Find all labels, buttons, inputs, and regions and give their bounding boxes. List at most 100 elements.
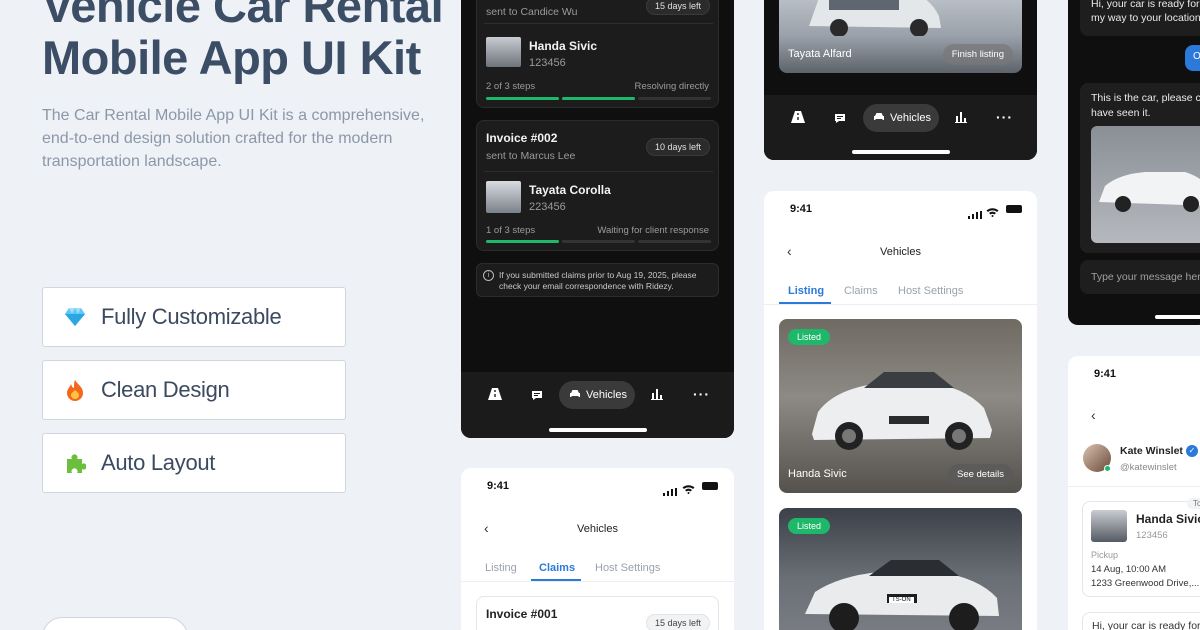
car-id: 123456 xyxy=(1136,530,1168,541)
message-bubble: Hi, your car is ready for xyxy=(1082,612,1200,630)
claim-status: Waiting for client response xyxy=(597,225,709,236)
listed-badge: Listed xyxy=(788,329,831,345)
invoice-title: Invoice #002 xyxy=(486,131,558,145)
battery-icon xyxy=(702,482,718,490)
license-plate: TS-ON xyxy=(889,597,914,603)
signal-icon xyxy=(968,206,982,224)
chart-icon[interactable] xyxy=(651,387,663,405)
message-bubble-outgoing: O xyxy=(1185,45,1200,71)
car-name: Tayata Alfard xyxy=(788,48,852,60)
message-bubble-incoming: Hi, your car is ready for my way to your… xyxy=(1080,0,1200,36)
pickup-date: 14 Aug, 10:00 AM xyxy=(1091,564,1167,575)
road-icon[interactable] xyxy=(488,387,502,405)
nav-label: Vehicles xyxy=(586,389,627,401)
car-name: Handa Sivic xyxy=(1136,512,1200,526)
vehicle-card[interactable]: Listed TS-ON xyxy=(779,508,1022,630)
vehicle-card[interactable]: Listed Handa Sivic See details xyxy=(779,319,1022,493)
phone-vehicles-listing: 9:41 ‹ Vehicles Listing Claims Host Sett… xyxy=(764,191,1037,630)
tab-listing[interactable]: Listing xyxy=(788,285,824,297)
car-photo xyxy=(1091,126,1200,243)
info-icon: i xyxy=(483,270,494,281)
status-time: 9:41 xyxy=(790,203,813,215)
tab-claims[interactable]: Claims xyxy=(539,562,575,574)
message-line: my way to your location xyxy=(1091,12,1200,24)
claims-notice: i If you submitted claims prior to Aug 1… xyxy=(476,263,719,297)
message-line: Hi, your car is ready for xyxy=(1091,0,1200,10)
invoice-card[interactable]: Invoice #001 15 days left xyxy=(476,596,719,630)
pickup-label: Pickup xyxy=(1091,550,1119,560)
nav-label: Vehicles xyxy=(890,112,931,124)
booking-tag: To xyxy=(1187,498,1200,509)
more-icon[interactable]: ··· xyxy=(996,109,1013,125)
message-line: This is the car, please c xyxy=(1091,92,1200,104)
car-id: 223456 xyxy=(529,201,566,213)
days-left-badge: 15 days left xyxy=(645,614,710,630)
online-indicator xyxy=(1104,465,1111,472)
feature-label: Clean Design xyxy=(101,377,230,402)
verified-icon: ✓ xyxy=(1186,445,1198,457)
road-icon[interactable] xyxy=(791,110,805,128)
phone-chat-dark: Hi, your car is ready for my way to your… xyxy=(1068,0,1200,325)
puzzle-icon xyxy=(63,451,87,475)
phone-chat-light: 9:41 ‹ Kate Winslet ✓ @katewinslet To Ha… xyxy=(1068,356,1200,630)
invoice-recipient: sent to Candice Wu xyxy=(486,6,578,18)
fire-icon xyxy=(63,378,87,402)
car-thumbnail xyxy=(1091,510,1127,542)
hero-title: Vehicle Car Rental Mobile App UI Kit xyxy=(42,0,444,84)
message-bubble-image: This is the car, please c have seen it. xyxy=(1080,83,1200,253)
wifi-icon xyxy=(986,204,999,222)
tab-claims[interactable]: Claims xyxy=(844,285,878,297)
finish-listing-button[interactable]: Finish listing xyxy=(942,44,1013,65)
feature-label: Fully Customizable xyxy=(101,304,282,329)
diamond-icon xyxy=(63,305,87,329)
booking-card[interactable]: To Handa Sivic 123456 Pickup 14 Aug, 10:… xyxy=(1082,498,1200,597)
nav-vehicles-active[interactable]: Vehicles xyxy=(559,381,635,409)
car-name: Handa Sivic xyxy=(529,39,598,53)
feature-auto-layout: Auto Layout xyxy=(42,433,346,493)
nav-vehicles-active[interactable]: Vehicles xyxy=(863,104,939,132)
message-line: have seen it. xyxy=(1091,107,1151,119)
message-text: Hi, your car is ready for xyxy=(1092,620,1200,630)
feature-fully-customizable: Fully Customizable xyxy=(42,287,346,347)
car-id: 123456 xyxy=(529,57,566,69)
invoice-card[interactable]: sent to Candice Wu 15 days left Handa Si… xyxy=(476,0,719,108)
see-details-button[interactable]: See details xyxy=(947,464,1013,485)
notice-text: If you submitted claims prior to Aug 19,… xyxy=(499,270,697,291)
wifi-icon xyxy=(682,481,695,499)
car-name: Handa Sivic xyxy=(788,468,847,480)
car-icon xyxy=(569,389,581,401)
listed-badge: Listed xyxy=(788,518,831,534)
message-placeholder: Type your message her xyxy=(1091,271,1200,283)
tab-host-settings[interactable]: Host Settings xyxy=(595,562,660,574)
home-indicator xyxy=(852,150,950,154)
car-photo-card[interactable]: Tayata Alfard Finish listing xyxy=(779,0,1022,73)
chat-icon[interactable] xyxy=(531,388,543,406)
bottom-nav: Vehicles ··· xyxy=(461,372,734,438)
chat-icon[interactable] xyxy=(834,111,846,129)
feature-label: Auto Layout xyxy=(101,450,216,475)
days-left-badge: 10 days left xyxy=(645,138,710,156)
user-handle: @katewinslet xyxy=(1120,462,1177,473)
feature-clean-design: Clean Design xyxy=(42,360,346,420)
invoice-recipient: sent to Marcus Lee xyxy=(486,150,576,162)
bottom-pill-button[interactable] xyxy=(42,617,188,630)
user-name: Kate Winslet xyxy=(1120,445,1183,457)
phone-listing-dark: Tayata Alfard Finish listing Vehicles ··… xyxy=(764,0,1037,160)
car-thumbnail xyxy=(486,181,521,213)
message-input[interactable]: Type your message her xyxy=(1080,260,1200,294)
hero-description: The Car Rental Mobile App UI Kit is a co… xyxy=(42,107,425,170)
tab-host-settings[interactable]: Host Settings xyxy=(898,285,963,297)
pickup-address: 1233 Greenwood Drive,... xyxy=(1091,578,1200,589)
phone-claims-dark: sent to Candice Wu 15 days left Handa Si… xyxy=(461,0,734,438)
back-icon[interactable]: ‹ xyxy=(1091,407,1096,423)
chart-icon[interactable] xyxy=(955,110,967,128)
claim-status: Resolving directly xyxy=(634,81,709,92)
car-name: Tayata Corolla xyxy=(529,183,611,197)
steps-count: 1 of 3 steps xyxy=(486,225,536,236)
status-time: 9:41 xyxy=(1094,368,1117,380)
tab-listing[interactable]: Listing xyxy=(485,562,517,574)
invoice-card[interactable]: Invoice #002 sent to Marcus Lee 10 days … xyxy=(476,120,719,251)
more-icon[interactable]: ··· xyxy=(693,386,710,402)
battery-icon xyxy=(1006,205,1022,213)
status-time: 9:41 xyxy=(487,480,510,492)
